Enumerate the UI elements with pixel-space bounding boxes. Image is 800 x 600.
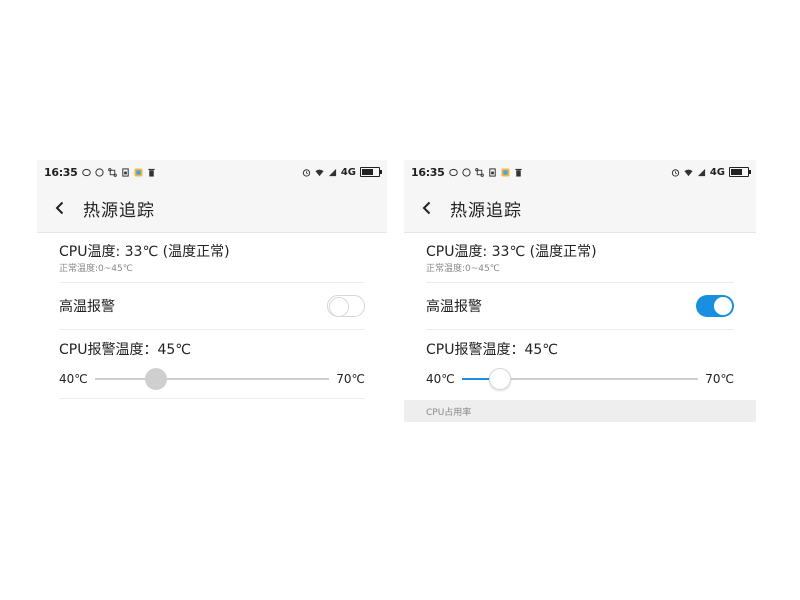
whatsapp-icon xyxy=(461,167,471,177)
wifi-icon xyxy=(684,169,693,176)
normal-range-text: 正常温度:0~45℃ xyxy=(59,264,133,274)
chat-icon xyxy=(81,168,91,176)
network-type: 4G xyxy=(340,166,356,178)
title-bar: 热源追踪 xyxy=(404,184,756,233)
alarm-temperature-slider[interactable] xyxy=(462,368,698,390)
cpu-temperature-text: CPU温度: 33℃ (温度正常) xyxy=(59,244,230,260)
app-icon xyxy=(500,167,510,177)
back-button[interactable] xyxy=(404,184,450,232)
chevron-left-icon xyxy=(422,201,431,215)
slider-min-label: 40℃ xyxy=(426,372,455,386)
alarm-temperature-label: CPU报警温度：45℃ xyxy=(426,342,559,358)
high-temp-alarm-toggle[interactable] xyxy=(696,295,734,317)
section-header-cpu-usage: CPU占用率 xyxy=(404,400,756,422)
status-bar: 16:35 4G xyxy=(404,160,756,184)
phone-screen-left: 16:35 4G 热源追踪 CPU温度: 33℃ (温度正常) 正常温度:0~4… xyxy=(37,160,387,418)
slider-min-label: 40℃ xyxy=(59,372,88,386)
system-icons: 4G xyxy=(302,166,382,178)
status-time: 16:35 xyxy=(411,165,445,179)
high-temp-alarm-label: 高温报警 xyxy=(59,299,115,315)
alarm-temperature-slider[interactable] xyxy=(95,368,329,390)
command-icon xyxy=(474,167,484,177)
trash-icon xyxy=(147,168,155,177)
settings-list: CPU温度: 33℃ (温度正常) 正常温度:0~45℃ 高温报警 CPU报警温… xyxy=(37,233,387,399)
slider-thumb[interactable] xyxy=(144,368,167,390)
status-bar: 16:35 4G xyxy=(37,160,387,184)
cpu-temperature-text: CPU温度: 33℃ (温度正常) xyxy=(426,244,597,260)
chat-icon xyxy=(448,168,458,176)
high-temp-alarm-label: 高温报警 xyxy=(426,299,482,315)
page-title: 热源追踪 xyxy=(83,200,155,221)
slider-max-label: 70℃ xyxy=(705,372,734,386)
system-icons: 4G xyxy=(671,166,751,178)
phone-screen-right: 16:35 4G 热源追踪 CPU温度: 33℃ (温度正常) 正常温度:0~4… xyxy=(404,160,756,440)
high-temp-alarm-toggle[interactable] xyxy=(327,295,365,317)
sim-icon xyxy=(121,167,129,177)
alarm-temperature-row: CPU报警温度：45℃ 40℃ 70℃ xyxy=(59,330,365,399)
alarm-clock-icon xyxy=(671,168,679,177)
slider-max-label: 70℃ xyxy=(336,372,365,386)
signal-icon xyxy=(697,168,705,176)
high-temp-alarm-row: 高温报警 xyxy=(426,283,734,330)
network-type: 4G xyxy=(709,166,725,178)
back-button[interactable] xyxy=(37,184,83,232)
page-title: 热源追踪 xyxy=(450,200,522,221)
title-bar: 热源追踪 xyxy=(37,184,387,233)
whatsapp-icon xyxy=(94,167,104,177)
slider-thumb[interactable] xyxy=(488,368,511,390)
trash-icon xyxy=(514,168,522,177)
toggle-knob xyxy=(714,297,732,315)
battery-icon xyxy=(360,167,382,177)
alarm-temperature-row: CPU报警温度：45℃ 40℃ 70℃ xyxy=(426,330,734,398)
command-icon xyxy=(107,167,117,177)
normal-range-text: 正常温度:0~45℃ xyxy=(426,264,500,274)
high-temp-alarm-row: 高温报警 xyxy=(59,283,365,330)
cpu-temperature-row: CPU温度: 33℃ (温度正常) 正常温度:0~45℃ xyxy=(59,233,365,283)
chevron-left-icon xyxy=(55,201,64,215)
app-icon xyxy=(133,167,143,177)
cpu-temperature-row: CPU温度: 33℃ (温度正常) 正常温度:0~45℃ xyxy=(426,233,734,283)
battery-icon xyxy=(729,167,751,177)
status-time: 16:35 xyxy=(44,165,78,179)
sim-icon xyxy=(488,167,496,177)
notification-icons xyxy=(448,167,523,177)
settings-list: CPU温度: 33℃ (温度正常) 正常温度:0~45℃ 高温报警 CPU报警温… xyxy=(404,233,756,398)
notification-icons xyxy=(81,167,156,177)
wifi-icon xyxy=(315,169,324,176)
alarm-clock-icon xyxy=(302,168,310,177)
signal-icon xyxy=(328,168,336,176)
alarm-temperature-label: CPU报警温度：45℃ xyxy=(59,342,192,358)
toggle-knob xyxy=(329,297,349,317)
